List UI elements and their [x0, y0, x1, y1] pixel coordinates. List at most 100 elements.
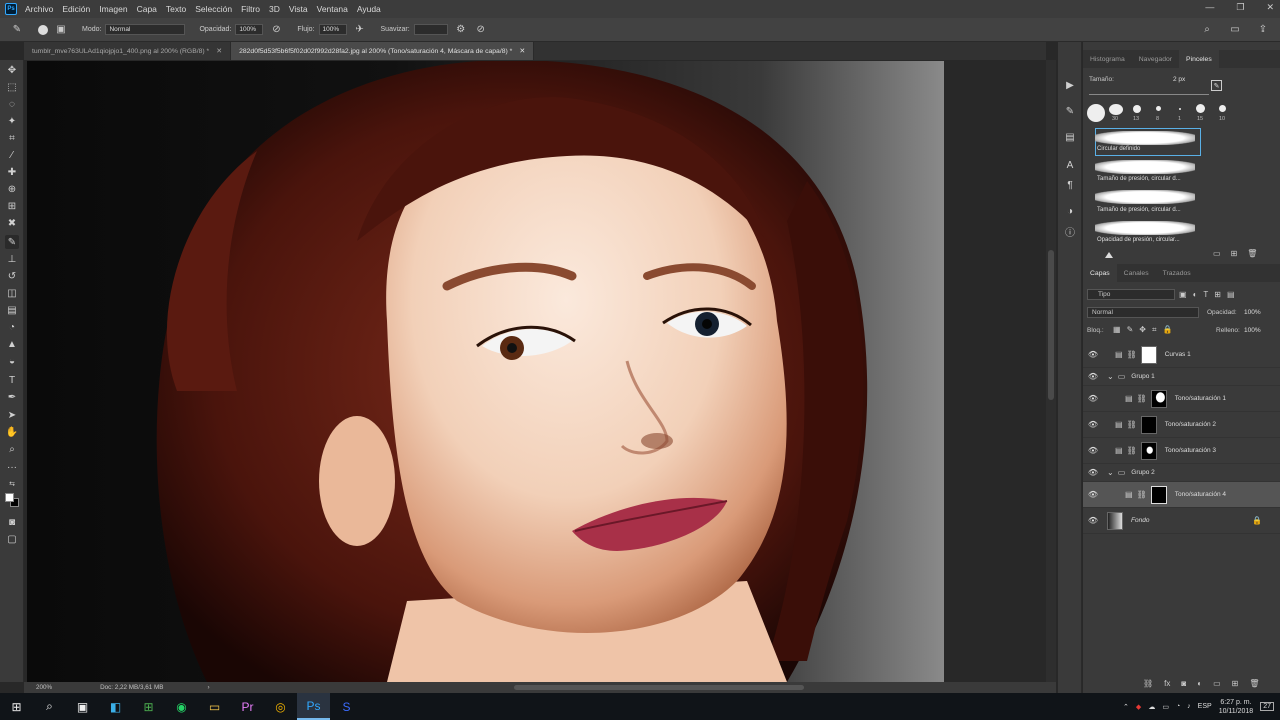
- pen-tool-icon[interactable]: ✒: [5, 390, 19, 404]
- brush-slider-triangle[interactable]: [1105, 252, 1113, 258]
- tab-document-1[interactable]: tumblr_mve763ULAd1qiojpjo1_400.png al 20…: [24, 42, 232, 60]
- flow-input[interactable]: 100%: [318, 24, 347, 35]
- new-icon[interactable]: ⊞: [1231, 249, 1238, 258]
- menu-capa[interactable]: Capa: [137, 4, 157, 14]
- shape-filter-icon[interactable]: ⊞: [1214, 290, 1221, 299]
- red-eye-tool-icon[interactable]: ✖: [5, 216, 19, 230]
- layer-group-row[interactable]: 👁 ⌄ ▭ Grupo 1: [1083, 368, 1280, 386]
- menu-3d[interactable]: 3D: [269, 4, 280, 14]
- tab-document-2[interactable]: 282d0f5d53f5b6f5f02d02f992d28fa2.jpg al …: [231, 42, 535, 60]
- file-explorer-icon[interactable]: ▭: [198, 693, 231, 720]
- path-selection-tool-icon[interactable]: ➤: [5, 408, 19, 422]
- battery-icon[interactable]: ▭: [1162, 703, 1169, 711]
- chevron-right-icon[interactable]: ›: [207, 684, 209, 691]
- tab-trazados[interactable]: Trazados: [1156, 264, 1198, 282]
- menu-ayuda[interactable]: Ayuda: [357, 4, 381, 14]
- layer-row[interactable]: 👁 ▤ ⛓ Tono/saturación 2: [1083, 412, 1280, 438]
- horizontal-scroll-thumb[interactable]: [514, 685, 804, 690]
- brush-name-4[interactable]: Opacidad de presión, circular...: [1097, 237, 1180, 243]
- paragraph-panel-icon[interactable]: ¶: [1063, 178, 1077, 192]
- foreground-color-swatch[interactable]: [5, 493, 14, 502]
- close-button[interactable]: ✕: [1266, 2, 1274, 13]
- history-brush-tool-icon[interactable]: ↺: [5, 269, 19, 283]
- zoom-tool-icon[interactable]: ⌕: [5, 442, 19, 456]
- sharpen-tool-icon[interactable]: ▲: [5, 337, 19, 351]
- lock-transparent-icon[interactable]: ▦: [1113, 325, 1121, 335]
- portrait-photo[interactable]: [27, 61, 944, 682]
- type-tool-icon[interactable]: T: [5, 373, 19, 387]
- network-icon[interactable]: ◔: [1176, 703, 1180, 710]
- photoshop-taskbar-icon[interactable]: Ps: [297, 693, 330, 720]
- fx-icon[interactable]: fx: [1164, 679, 1170, 688]
- close-icon[interactable]: ✕: [216, 47, 222, 55]
- layer-name[interactable]: Tono/saturación 4: [1175, 491, 1226, 498]
- layer-mask-thumbnail[interactable]: [1150, 485, 1167, 504]
- vertical-scrollbar[interactable]: [1046, 60, 1056, 682]
- cloud-icon[interactable]: ☁: [1148, 703, 1155, 711]
- lock-paint-icon[interactable]: ✎: [1127, 325, 1134, 335]
- eye-icon[interactable]: 👁: [1083, 372, 1103, 381]
- brush-preset-6[interactable]: [1196, 104, 1205, 113]
- eye-icon[interactable]: 👁: [1083, 468, 1103, 477]
- chevron-down-icon[interactable]: ⌄: [1107, 372, 1114, 381]
- link-layers-icon[interactable]: ⛓: [1143, 679, 1153, 688]
- trash-icon[interactable]: 🗑: [1247, 249, 1257, 258]
- brush-preset-4[interactable]: [1156, 106, 1161, 111]
- layer-name[interactable]: Grupo 1: [1131, 373, 1155, 380]
- blur-tool-icon[interactable]: ◔: [5, 320, 19, 334]
- notifications-badge[interactable]: 27: [1260, 702, 1274, 711]
- search-icon[interactable]: ⌕: [1200, 23, 1214, 37]
- brush-tool-icon[interactable]: ✎: [5, 235, 19, 249]
- layer-mask-thumbnail[interactable]: [1140, 345, 1157, 364]
- layer-opacity-value[interactable]: 100%: [1244, 309, 1261, 316]
- app-icon[interactable]: ◧: [99, 693, 132, 720]
- quick-mask-icon[interactable]: ◙: [5, 515, 19, 529]
- blend-mode-select[interactable]: Normal: [1087, 307, 1199, 318]
- tab-pinceles[interactable]: Pinceles: [1179, 50, 1219, 68]
- brush-settings-icon[interactable]: ▣: [54, 23, 68, 37]
- brush-preset-7[interactable]: [1219, 105, 1226, 112]
- eye-icon[interactable]: 👁: [1083, 516, 1103, 525]
- menu-ventana[interactable]: Ventana: [317, 4, 348, 14]
- lock-position-icon[interactable]: ✥: [1139, 325, 1146, 335]
- layer-mask-thumbnail[interactable]: [1140, 415, 1157, 434]
- share-icon[interactable]: ⇪: [1256, 23, 1270, 37]
- layer-row[interactable]: 👁 ▤ ⛓ Tono/saturación 1: [1083, 386, 1280, 412]
- workspace-icon[interactable]: ▭: [1228, 23, 1242, 37]
- opacity-input[interactable]: 100%: [235, 24, 264, 35]
- layer-name[interactable]: Grupo 2: [1131, 469, 1155, 476]
- canvas-area[interactable]: [24, 60, 1046, 682]
- layer-name[interactable]: Tono/saturación 3: [1165, 447, 1216, 454]
- brush-tool-preset-icon[interactable]: ✎: [10, 23, 24, 37]
- whatsapp-icon[interactable]: ◉: [165, 693, 198, 720]
- layer-mask-thumbnail[interactable]: [1150, 389, 1167, 408]
- clone-stamp-tool-icon[interactable]: ⊥: [5, 252, 19, 266]
- eyedropper-tool-icon[interactable]: ⁄: [5, 148, 19, 162]
- task-view-icon[interactable]: ▣: [66, 693, 99, 720]
- tab-navegador[interactable]: Navegador: [1132, 50, 1179, 68]
- pressure-size-icon[interactable]: ⊘: [474, 23, 488, 37]
- menu-seleccion[interactable]: Selección: [195, 4, 232, 14]
- spot-healing-icon[interactable]: ⊕: [5, 182, 19, 196]
- layer-row[interactable]: 👁 ▤ ⛓ Tono/saturación 3: [1083, 438, 1280, 464]
- layer-row[interactable]: 👁 Fondo 🔒: [1083, 508, 1280, 534]
- brush-settings-panel-icon[interactable]: ✎: [1063, 104, 1077, 118]
- minimize-button[interactable]: —: [1205, 2, 1214, 13]
- zoom-level[interactable]: 200%: [36, 684, 52, 691]
- healing-brush-tool-icon[interactable]: ✚: [5, 165, 19, 179]
- brush-size-preview[interactable]: [38, 24, 48, 35]
- eraser-tool-icon[interactable]: ◫: [5, 286, 19, 300]
- restore-button[interactable]: ❐: [1236, 2, 1244, 13]
- adjustments-panel-icon[interactable]: ◑: [1063, 204, 1077, 218]
- volume-icon[interactable]: ♪: [1187, 703, 1191, 710]
- chevron-up-icon[interactable]: ⌃: [1123, 703, 1129, 711]
- new-brush-icon[interactable]: ✎: [1211, 80, 1222, 91]
- layer-row-selected[interactable]: 👁 ▤ ⛓ Tono/saturación 4: [1083, 482, 1280, 508]
- tab-capas[interactable]: Capas: [1083, 264, 1117, 282]
- windows-start-icon[interactable]: ⊞: [0, 693, 33, 720]
- patch-tool-icon[interactable]: ⊞: [5, 199, 19, 213]
- new-group-icon[interactable]: ▭: [1213, 679, 1221, 688]
- search-icon[interactable]: ⌕: [33, 693, 66, 720]
- menu-archivo[interactable]: Archivo: [25, 4, 53, 14]
- vertical-scroll-thumb[interactable]: [1048, 250, 1054, 400]
